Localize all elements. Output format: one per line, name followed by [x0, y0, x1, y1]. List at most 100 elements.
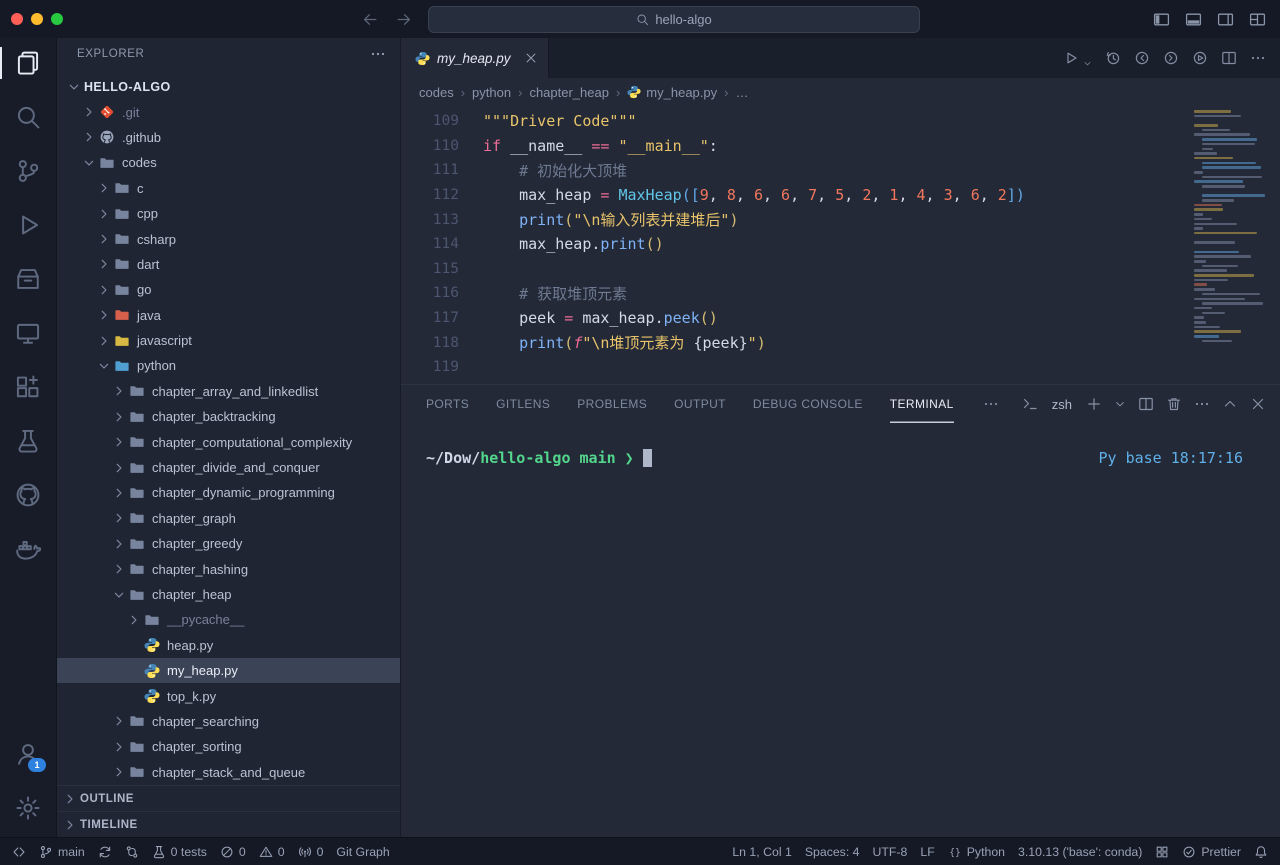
editor-more-actions-icon[interactable] [1250, 50, 1266, 66]
code-line-117[interactable]: 117 peek = max_heap.peek() [401, 306, 1280, 331]
status-sync-changes[interactable] [98, 845, 112, 859]
breadcrumb-my_heap.py[interactable]: my_heap.py [627, 85, 717, 100]
code-line-115[interactable]: 115 [401, 257, 1280, 282]
tree-item-chapter_heap[interactable]: chapter_heap [57, 582, 400, 607]
status-test-results[interactable]: 0 tests [152, 845, 207, 859]
activity-remote-explorer[interactable] [0, 320, 56, 346]
tree-item-csharp[interactable]: csharp [57, 226, 400, 251]
status-warnings[interactable]: 0 [259, 845, 285, 859]
tree-item-chapter_array_and_linkedlist[interactable]: chapter_array_and_linkedlist [57, 379, 400, 404]
tree-item-codes[interactable]: codes [57, 150, 400, 175]
status-errors[interactable]: 0 [220, 845, 246, 859]
breadcrumb-[interactable]: … [735, 85, 748, 100]
section-timeline[interactable]: TIMELINE [57, 811, 400, 837]
status-git-graph[interactable]: Git Graph [336, 845, 389, 859]
tree-item-chapter_sorting[interactable]: chapter_sorting [57, 734, 400, 759]
status-eol[interactable]: LF [920, 845, 934, 859]
explorer-more-actions-icon[interactable] [370, 46, 386, 62]
tree-item-chapter_computational_complexity[interactable]: chapter_computational_complexity [57, 429, 400, 454]
file-history-icon[interactable] [1105, 50, 1121, 66]
toggle-primary-sidebar-icon[interactable] [1153, 11, 1170, 28]
tree-item-chapter_graph[interactable]: chapter_graph [57, 506, 400, 531]
shell-label[interactable]: zsh [1052, 397, 1072, 412]
terminal-more-actions-icon[interactable] [1194, 396, 1210, 412]
tree-item-chapter_backtracking[interactable]: chapter_backtracking [57, 404, 400, 429]
new-terminal-icon[interactable] [1086, 396, 1102, 412]
activity-explorer[interactable] [0, 50, 56, 76]
breadcrumb-python[interactable]: python [472, 85, 511, 100]
zoom-window-button[interactable] [51, 13, 63, 25]
tree-item-dart[interactable]: dart [57, 252, 400, 277]
close-panel-icon[interactable] [1250, 396, 1266, 412]
tree-item-chapter_divide_and_conquer[interactable]: chapter_divide_and_conquer [57, 455, 400, 480]
breadcrumb-codes[interactable]: codes [419, 85, 454, 100]
activity-docker[interactable] [0, 536, 56, 562]
code-line-118[interactable]: 118 print(f"\n堆顶元素为 {peek}") [401, 330, 1280, 355]
navigate-forward-icon[interactable] [395, 11, 412, 28]
next-change-icon[interactable] [1163, 50, 1179, 66]
terminal-view[interactable]: ~/Dow/hello-algo main ❯ Py base 18:17:16 [401, 423, 1280, 837]
status-prettier-status[interactable]: Prettier [1182, 845, 1241, 859]
tree-item-chapter_hashing[interactable]: chapter_hashing [57, 556, 400, 581]
status-compare-changes[interactable] [125, 845, 139, 859]
toggle-secondary-sidebar-icon[interactable] [1217, 11, 1234, 28]
run-python-file-icon[interactable] [1063, 50, 1079, 66]
status-remote-indicator[interactable] [12, 845, 26, 859]
tree-item-top_kpy[interactable]: top_k.py [57, 683, 400, 708]
code-line-110[interactable]: 110if __name__ == "__main__": [401, 134, 1280, 159]
command-center-search[interactable]: hello-algo [428, 6, 920, 33]
minimap[interactable] [1192, 110, 1268, 344]
activity-search[interactable] [0, 104, 56, 130]
code-line-119[interactable]: 119 [401, 355, 1280, 380]
tree-item-heappy[interactable]: heap.py [57, 633, 400, 658]
minimize-window-button[interactable] [31, 13, 43, 25]
activity-library[interactable] [0, 266, 56, 292]
tree-item-python[interactable]: python [57, 353, 400, 378]
split-editor-icon[interactable] [1221, 50, 1237, 66]
run-or-debug-icon[interactable] [1192, 50, 1208, 66]
customize-layout-icon[interactable] [1249, 11, 1266, 28]
previous-change-icon[interactable] [1134, 50, 1150, 66]
code-line-114[interactable]: 114 max_heap.print() [401, 232, 1280, 257]
status-forwarded-ports[interactable]: 0 [298, 845, 324, 859]
status-extension-status[interactable] [1155, 845, 1169, 859]
tree-item-go[interactable]: go [57, 277, 400, 302]
tree-item-java[interactable]: java [57, 303, 400, 328]
kill-terminal-icon[interactable] [1166, 396, 1182, 412]
tab-my-heap-py[interactable]: my_heap.py [401, 38, 549, 78]
tree-item-git[interactable]: .git [57, 99, 400, 124]
code-line-116[interactable]: 116 # 获取堆顶元素 [401, 281, 1280, 306]
panel-tab-debug-console[interactable]: DEBUG CONSOLE [753, 385, 863, 423]
activity-accounts[interactable]: 1 [0, 741, 56, 767]
tree-item-my_heappy[interactable]: my_heap.py [57, 658, 400, 683]
code-line-113[interactable]: 113 print("\n输入列表并建堆后") [401, 207, 1280, 232]
activity-github[interactable] [0, 482, 56, 508]
status-git-branch[interactable]: main [39, 845, 85, 859]
split-terminal-icon[interactable] [1138, 396, 1154, 412]
code-line-112[interactable]: 112 max_heap = MaxHeap([9, 8, 6, 6, 7, 5… [401, 183, 1280, 208]
code-editor[interactable]: 109"""Driver Code"""110if __name__ == "_… [401, 106, 1280, 384]
status-notifications[interactable] [1254, 845, 1268, 859]
panel-tab-output[interactable]: OUTPUT [674, 385, 726, 423]
tree-item-HELLO-ALGO[interactable]: HELLO-ALGO [57, 74, 400, 99]
run-dropdown-icon[interactable] [1083, 59, 1092, 68]
close-tab-icon[interactable] [524, 51, 538, 65]
activity-source-control[interactable] [0, 158, 56, 184]
code-line-111[interactable]: 111 # 初始化大顶堆 [401, 158, 1280, 183]
status-language-mode[interactable]: {}Python [948, 845, 1005, 859]
section-outline[interactable]: OUTLINE [57, 785, 400, 811]
activity-run-debug[interactable] [0, 212, 56, 238]
tree-item-chapter_searching[interactable]: chapter_searching [57, 709, 400, 734]
toggle-panel-icon[interactable] [1185, 11, 1202, 28]
tree-item-chapter_greedy[interactable]: chapter_greedy [57, 531, 400, 556]
maximize-panel-icon[interactable] [1222, 396, 1238, 412]
breadcrumb-chapter_heap[interactable]: chapter_heap [529, 85, 609, 100]
tree-item-cpp[interactable]: cpp [57, 201, 400, 226]
activity-extensions[interactable] [0, 374, 56, 400]
tree-item-c[interactable]: c [57, 176, 400, 201]
status-cursor-position[interactable]: Ln 1, Col 1 [732, 845, 791, 859]
status-python-interpreter[interactable]: 3.10.13 ('base': conda) [1018, 845, 1142, 859]
panel-tab-ports[interactable]: PORTS [426, 385, 469, 423]
activity-settings[interactable] [0, 795, 56, 821]
activity-testing[interactable] [0, 428, 56, 454]
